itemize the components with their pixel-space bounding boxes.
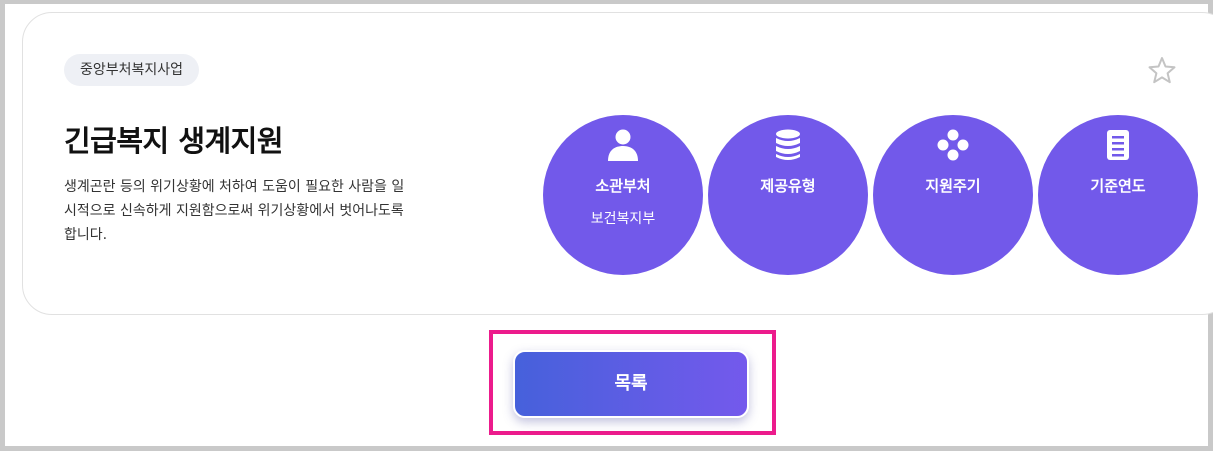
list-button[interactable]: 목록 xyxy=(513,350,749,418)
info-label: 기준연도 xyxy=(1090,177,1146,195)
info-label: 제공유형 xyxy=(760,177,816,195)
four-dots-icon xyxy=(935,127,971,163)
info-value: 보건복지부 xyxy=(590,211,656,227)
info-circle-department: 소관부처 보건복지부 xyxy=(543,115,703,275)
info-label: 지원주기 xyxy=(925,177,981,195)
clipboard-icon xyxy=(1100,127,1136,163)
info-circle-provision-type: 제공유형 xyxy=(708,115,868,275)
info-circle-base-year: 기준연도 xyxy=(1038,115,1198,275)
info-circle-support-cycle: 지원주기 xyxy=(873,115,1033,275)
person-icon xyxy=(605,127,641,163)
category-badge: 중앙부처복지사업 xyxy=(64,54,200,86)
info-label: 소관부처 xyxy=(595,177,651,195)
star-outline-icon[interactable] xyxy=(1146,55,1178,87)
service-description: 생계곤란 등의 위기상황에 처하여 도움이 필요한 사람을 일 시적으로 신속하… xyxy=(64,179,405,243)
page-title: 긴급복지 생계지원 xyxy=(64,124,284,158)
database-icon xyxy=(770,127,806,163)
